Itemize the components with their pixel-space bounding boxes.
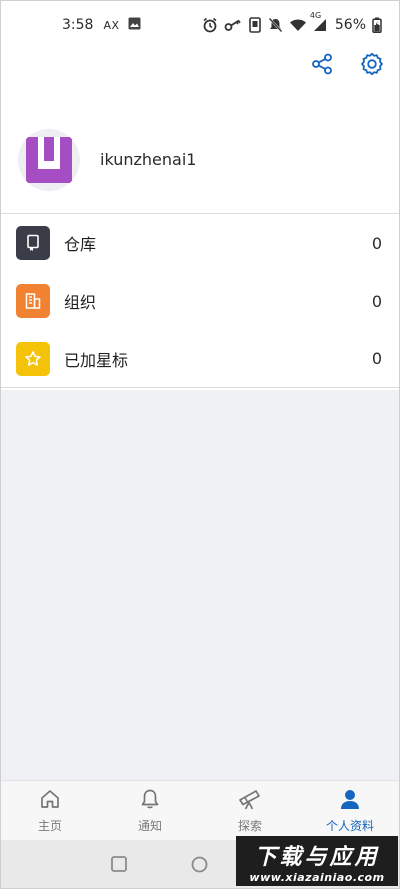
alarm-icon bbox=[202, 17, 218, 33]
watermark: 下载与应用 www.xiazainiao.com bbox=[236, 836, 398, 886]
battery-percent: 56% bbox=[334, 17, 366, 33]
list-item-starred[interactable]: 已加星标 0 bbox=[0, 330, 400, 388]
battery-icon bbox=[372, 17, 382, 33]
mute-bell-icon bbox=[268, 17, 283, 33]
watermark-url: www.xiazainiao.com bbox=[249, 870, 385, 884]
list-item-label: 已加星标 bbox=[64, 350, 129, 370]
profile-action-bar bbox=[308, 52, 386, 80]
settings-button[interactable] bbox=[358, 52, 386, 80]
key-icon bbox=[224, 18, 242, 32]
repository-icon bbox=[16, 226, 50, 260]
status-carrier-tag: AX bbox=[103, 18, 120, 32]
signal-icon: 4G bbox=[310, 11, 327, 32]
status-bar: 3:58 AX 4G 56% bbox=[0, 0, 400, 50]
nav-notifications[interactable]: 通知 bbox=[100, 781, 200, 840]
watermark-title: 下载与应用 bbox=[254, 844, 380, 870]
bell-icon bbox=[139, 788, 161, 814]
network-type: 4G bbox=[309, 11, 322, 20]
image-notification-icon bbox=[128, 17, 141, 34]
telescope-icon bbox=[237, 788, 263, 814]
status-time: 3:58 bbox=[62, 17, 94, 33]
profile-stats-list: 仓库 0 组织 0 已加星标 0 bbox=[0, 214, 400, 388]
list-item-count: 0 bbox=[371, 233, 382, 253]
home-icon bbox=[39, 788, 61, 814]
nav-label: 主页 bbox=[37, 818, 62, 833]
nav-label: 个人资料 bbox=[325, 818, 374, 833]
share-icon bbox=[311, 53, 333, 79]
wifi-icon bbox=[289, 18, 307, 32]
profile-header: ikunzhenai1 bbox=[0, 106, 400, 214]
status-icons: 4G 56% bbox=[202, 11, 382, 33]
recents-button[interactable] bbox=[111, 856, 127, 876]
list-item-count: 0 bbox=[371, 291, 382, 311]
building-icon bbox=[16, 284, 50, 318]
vibrate-icon bbox=[248, 17, 262, 33]
nav-home[interactable]: 主页 bbox=[0, 781, 100, 840]
empty-content-area bbox=[0, 390, 400, 780]
nav-label: 探索 bbox=[237, 818, 262, 833]
home-system-button[interactable] bbox=[191, 856, 208, 877]
person-icon bbox=[339, 788, 361, 814]
nav-explore[interactable]: 探索 bbox=[200, 781, 300, 840]
list-item-repositories[interactable]: 仓库 0 bbox=[0, 214, 400, 272]
list-item-label: 组织 bbox=[64, 293, 97, 312]
gear-icon bbox=[360, 52, 384, 80]
avatar[interactable] bbox=[18, 128, 80, 191]
circle-icon bbox=[191, 856, 208, 873]
list-item-organizations[interactable]: 组织 0 bbox=[0, 272, 400, 330]
list-item-count: 0 bbox=[371, 349, 382, 368]
bottom-navigation: 主页 通知 探索 个人资料 bbox=[0, 780, 400, 840]
avatar-identicon bbox=[26, 136, 72, 183]
nav-profile[interactable]: 个人资料 bbox=[300, 781, 400, 840]
share-button[interactable] bbox=[308, 52, 336, 80]
star-icon bbox=[16, 341, 50, 376]
square-icon bbox=[111, 856, 127, 872]
nav-label: 通知 bbox=[137, 818, 162, 833]
list-item-label: 仓库 bbox=[64, 235, 97, 254]
username: ikunzhenai1 bbox=[100, 150, 197, 169]
